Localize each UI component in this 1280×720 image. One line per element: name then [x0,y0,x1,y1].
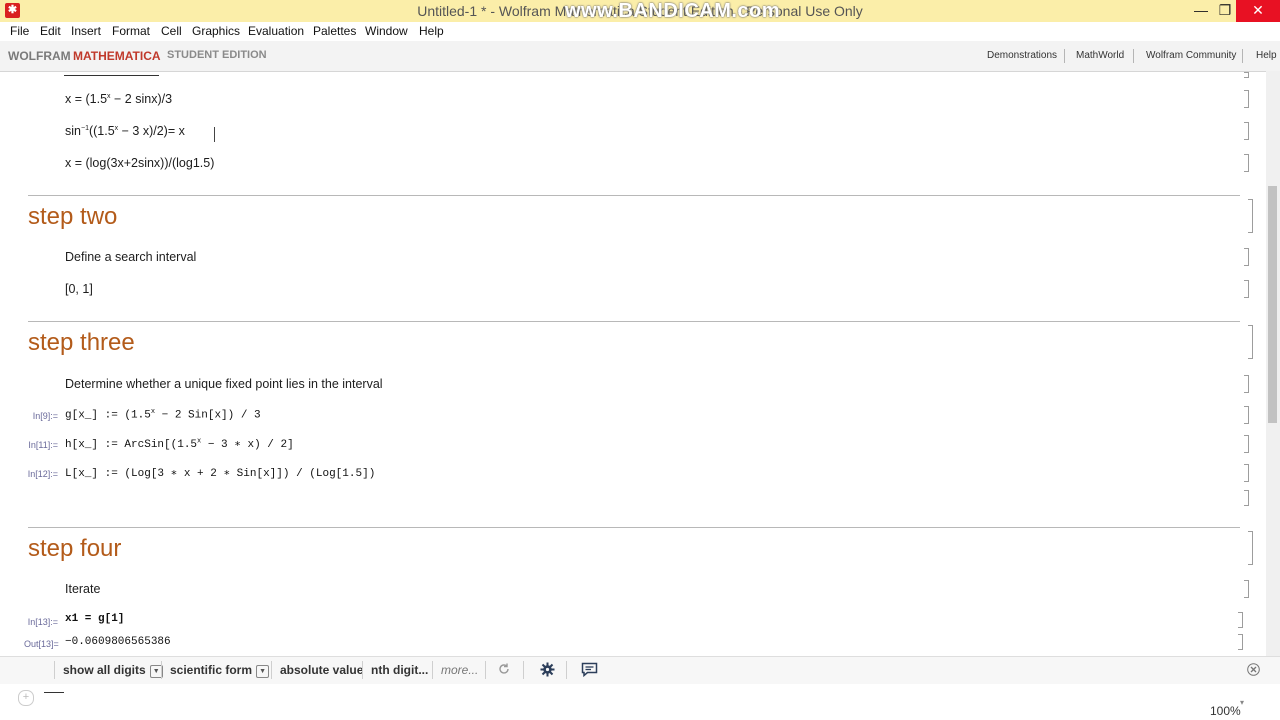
input-cell-l[interactable]: L[x_] := (Log[3 ∗ x + 2 ∗ Sin[x]]) / (Lo… [65,466,375,480]
text-cell-iterate[interactable]: Iterate [65,582,100,596]
menu-window[interactable]: Window [365,24,408,38]
scrollbar-thumb[interactable] [1268,186,1277,423]
brand-edition: STUDENT EDITION [167,49,267,61]
divider [161,661,162,679]
suggestion-scientific-form[interactable]: scientific form ▼ [170,663,270,678]
link-demonstrations[interactable]: Demonstrations [987,50,1057,61]
text-cell-equation-1[interactable]: x = (1.5x − 2 sinx)/3 [65,92,172,106]
dropdown-icon[interactable]: ▼ [256,665,270,678]
input-label: In[11]:= [28,440,58,450]
menu-help[interactable]: Help [419,24,444,38]
menu-insert[interactable]: Insert [71,24,101,38]
divider [54,661,55,679]
menu-bar: File Edit Insert Format Cell Graphics Ev… [0,22,1280,41]
bottom-area: + ▾ [0,684,1280,720]
cell-bracket[interactable] [1244,280,1249,298]
divider [271,661,272,679]
section-heading-step-three[interactable]: step three [28,329,135,357]
brand-mathematica: MATHEMATICA [73,49,161,63]
close-button[interactable]: ✕ [1236,0,1280,22]
menu-format[interactable]: Format [112,24,150,38]
wolfram-banner: WOLFRAM MATHEMATICA STUDENT EDITION Demo… [0,41,1280,72]
close-suggestions-icon[interactable] [1247,663,1260,676]
cell-bracket[interactable] [1244,406,1249,424]
divider [566,661,567,679]
divider [432,661,433,679]
clipped-text-line [64,71,159,76]
output-cell-x1[interactable]: −0.0609806565386 [65,636,171,648]
insertion-cursor [44,692,64,693]
cell-bracket[interactable] [1244,122,1249,140]
input-label: In[12]:= [27,469,58,479]
bandicam-watermark: www.BANDICAM.com [565,0,781,22]
divider [485,661,486,679]
menu-edit[interactable]: Edit [40,24,61,38]
input-cell-h[interactable]: h[x_] := ArcSin[(1.5x − 3 ∗ x) / 2] [65,437,294,451]
cell-bracket[interactable] [1238,634,1243,650]
comment-icon[interactable] [581,662,598,678]
suggestion-more[interactable]: more... [441,663,478,677]
input-label: In[13]:= [27,617,58,627]
suggestion-absolute-value[interactable]: absolute value [280,663,363,677]
cell-bracket[interactable] [1244,72,1249,78]
input-cell-g[interactable]: g[x_] := (1.5x − 2 Sin[x]) / 3 [65,408,261,422]
link-help[interactable]: Help [1256,50,1277,61]
divider [1064,49,1065,63]
section-heading-step-four[interactable]: step four [28,535,121,563]
menu-evaluation[interactable]: Evaluation [248,24,304,38]
title-bar: ✱ Untitled-1 * - Wolfram Mathematica Stu… [0,0,1280,22]
suggestion-nth-digit[interactable]: nth digit... [371,663,428,677]
text-cell-define-interval[interactable]: Define a search interval [65,250,196,264]
suggestion-show-all-digits[interactable]: show all digits ▼ [63,663,163,678]
menu-file[interactable]: File [10,24,29,38]
text-cell-equation-3[interactable]: x = (log(3x+2sinx))/(log1.5) [65,156,214,170]
output-label: Out[13]= [24,639,59,649]
section-divider [28,321,1240,322]
cell-bracket[interactable] [1244,490,1249,506]
cell-bracket[interactable] [1244,375,1249,393]
link-wolfram-community[interactable]: Wolfram Community [1146,50,1236,61]
zoom-level[interactable]: 100% [1210,704,1241,718]
text-cell-fixed-point[interactable]: Determine whether a unique fixed point l… [65,377,383,391]
divider [1242,49,1243,63]
suggestions-bar: show all digits ▼ scientific form ▼ absolu… [0,656,1280,685]
text-cell-interval[interactable]: [0, 1] [65,282,93,296]
text-cursor-icon [214,127,220,142]
cell-bracket[interactable] [1248,199,1253,233]
refresh-icon[interactable] [497,662,511,676]
text-cell-equation-2[interactable]: sin−1((1.5x − 3 x)/2)= x [65,124,185,138]
menu-cell[interactable]: Cell [161,24,182,38]
divider [362,661,363,679]
section-divider [28,195,1240,196]
add-cell-icon[interactable]: + [18,690,34,706]
menu-palettes[interactable]: Palettes [313,24,356,38]
cell-bracket[interactable] [1244,464,1249,482]
divider [523,661,524,679]
divider [1133,49,1134,63]
link-mathworld[interactable]: MathWorld [1076,50,1124,61]
cell-bracket[interactable] [1244,154,1249,172]
input-cell-x1[interactable]: x1 = g[1] [65,613,124,625]
cell-bracket[interactable] [1244,580,1249,598]
cell-bracket[interactable] [1238,612,1243,628]
cell-bracket[interactable] [1248,531,1253,565]
cell-bracket[interactable] [1244,248,1249,266]
section-divider [28,527,1240,528]
menu-graphics[interactable]: Graphics [192,24,240,38]
section-heading-step-two[interactable]: step two [28,203,117,231]
cell-bracket[interactable] [1244,435,1249,453]
input-label: In[9]:= [32,411,58,421]
scroll-down-arrow-icon[interactable]: ▾ [1240,698,1250,707]
cell-bracket[interactable] [1248,325,1253,359]
cell-bracket[interactable] [1244,90,1249,108]
brand-wolfram: WOLFRAM [8,49,71,63]
gear-icon[interactable] [540,662,555,677]
